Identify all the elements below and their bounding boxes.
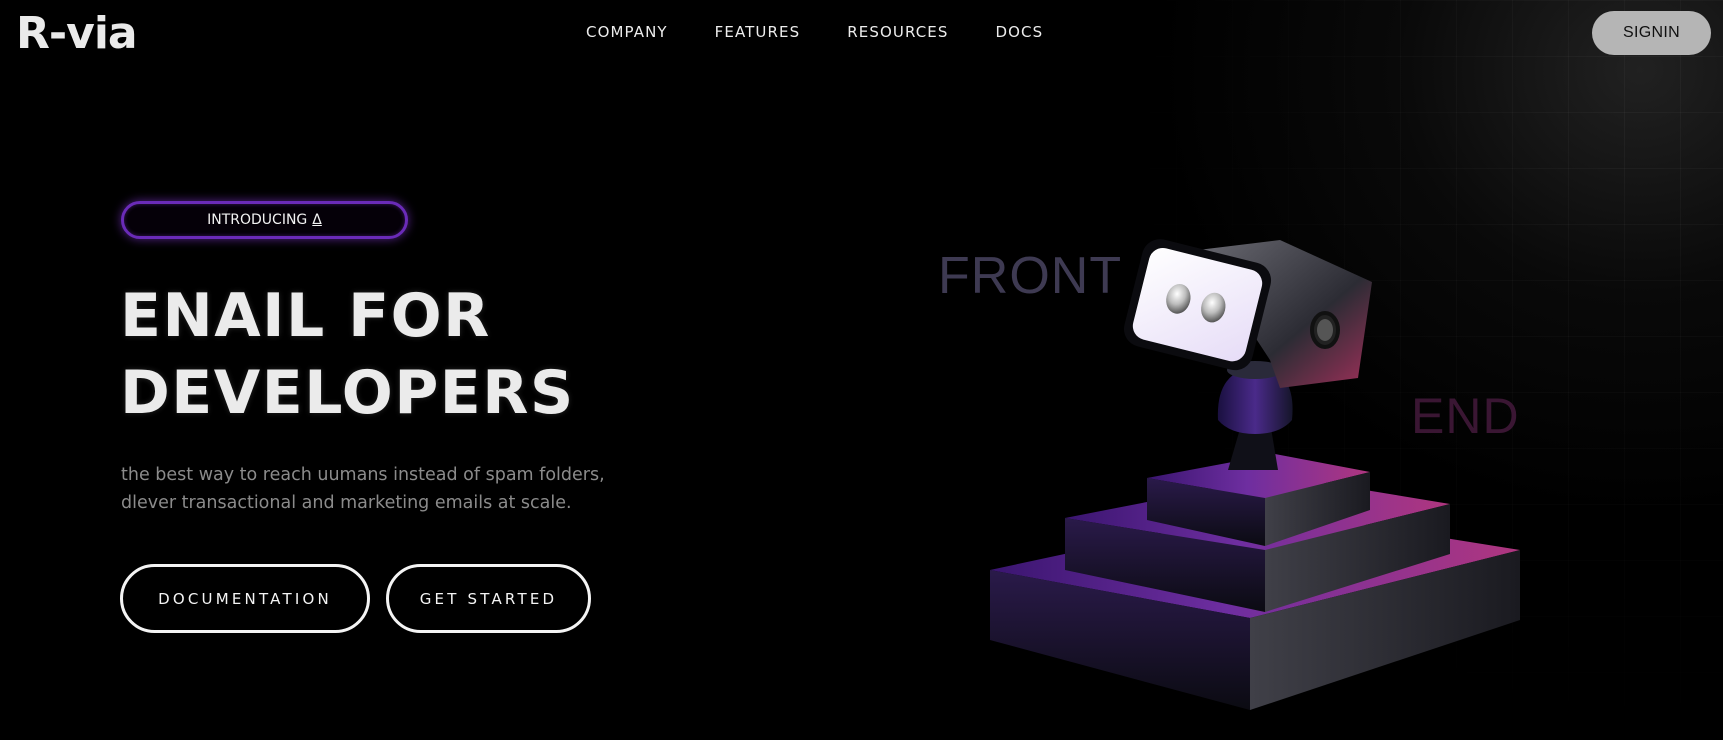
get-started-button[interactable]: GET STARTED (386, 564, 591, 633)
nav-resources[interactable]: RESOURCES (847, 23, 948, 41)
landing-page: R-via COMPANY FEATURES RESOURCES DOCS SI… (0, 0, 1723, 740)
nav-company[interactable]: COMPANY (586, 23, 668, 41)
hero-subtitle: the best way to reach uumans instead of … (121, 461, 681, 517)
nav-docs[interactable]: DOCS (996, 23, 1044, 41)
signin-button[interactable]: SIGNIN (1592, 11, 1711, 55)
page-title: ENAIL FOR DEVELOPERS (120, 278, 575, 432)
robot-illustration (990, 239, 1520, 710)
introducing-label: INTRODUCING (207, 212, 308, 228)
headline-line-1: ENAIL FOR (120, 281, 491, 351)
subtitle-line-2: dlever transactional and marketing email… (121, 493, 572, 513)
headline-line-2: DEVELOPERS (120, 358, 575, 428)
nav-features[interactable]: FEATURES (715, 23, 801, 41)
introducing-badge[interactable]: INTRODUCING Δ (121, 201, 408, 239)
logo[interactable]: R-via (16, 8, 138, 59)
delta-icon: Δ (312, 212, 322, 228)
subtitle-line-1: the best way to reach uumans instead of … (121, 465, 605, 485)
documentation-button[interactable]: DOCUMENTATION (120, 564, 370, 633)
main-nav: COMPANY FEATURES RESOURCES DOCS (586, 23, 1090, 41)
